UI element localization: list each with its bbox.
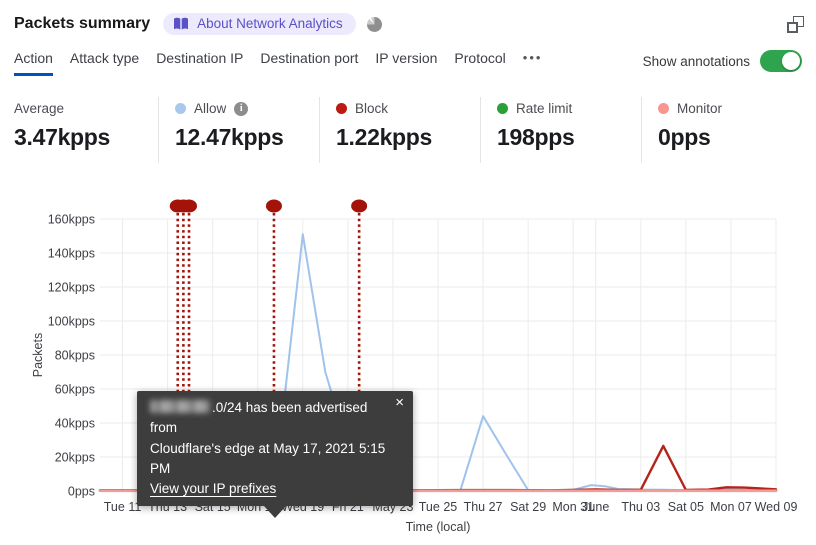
annotation-may-21-marker-icon[interactable]	[351, 199, 368, 213]
x-tick-label: Mon 07	[710, 500, 752, 514]
x-axis-title: Time (local)	[406, 520, 471, 534]
y-tick-label: 140kpps	[48, 247, 95, 261]
annotation-may-17-ip-advertised-marker-icon[interactable]	[265, 199, 282, 213]
x-tick-label: Thu 03	[621, 500, 660, 514]
annotation-may-13-c-marker-icon[interactable]	[181, 199, 198, 213]
y-tick-label: 20kpps	[55, 451, 95, 465]
x-tick-label: June	[582, 500, 609, 514]
tooltip-line-1: .0/24 has been advertised from	[150, 400, 368, 436]
y-tick-label: 40kpps	[55, 417, 95, 431]
x-tick-label: Tue 25	[419, 500, 458, 514]
y-tick-label: 60kpps	[55, 383, 95, 397]
x-tick-label: Wed 09	[755, 500, 798, 514]
view-ip-prefixes-link[interactable]: View your IP prefixes	[150, 481, 276, 496]
y-tick-label: 120kpps	[48, 281, 95, 295]
tooltip-line-2: Cloudflare's edge at May 17, 2021 5:15 P…	[150, 440, 386, 476]
x-tick-label: Sat 29	[510, 500, 546, 514]
tooltip-close-icon[interactable]: ×	[395, 394, 404, 412]
annotation-tooltip: × .0/24 has been advertised from Cloudfl…	[137, 391, 413, 519]
y-tick-label: 0pps	[68, 485, 95, 499]
y-tick-label: 80kpps	[55, 349, 95, 363]
redacted-ip-prefix	[150, 400, 210, 413]
y-axis-title: Packets	[31, 333, 45, 377]
x-tick-label: Sat 05	[668, 500, 704, 514]
x-tick-label: Tue 11	[104, 500, 142, 514]
y-tick-label: 160kpps	[48, 213, 95, 227]
x-tick-label: Thu 27	[464, 500, 503, 514]
packets-summary-panel: Packets summary About Network Analytics …	[0, 0, 816, 545]
y-tick-label: 100kpps	[48, 315, 95, 329]
